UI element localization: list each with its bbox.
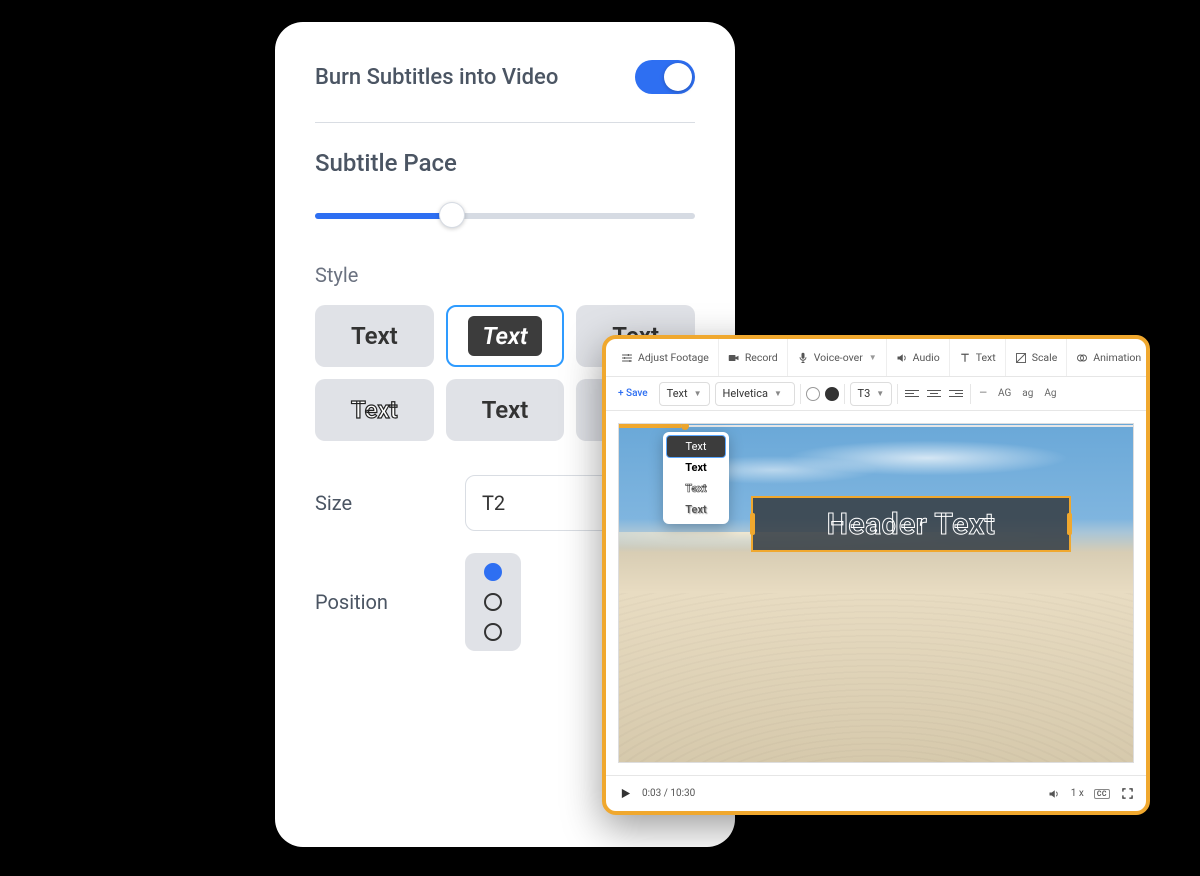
size-value: T2 xyxy=(482,491,505,515)
color-outline[interactable] xyxy=(806,387,820,401)
camera-icon xyxy=(728,352,740,364)
scrub-handle[interactable] xyxy=(681,423,689,430)
divider xyxy=(315,122,695,123)
chevron-down-icon: ▼ xyxy=(876,389,884,398)
adjust-footage-button[interactable]: Adjust Footage xyxy=(612,339,719,376)
play-icon[interactable] xyxy=(618,787,632,801)
scrub-progress xyxy=(619,424,681,428)
canvas-area: Text Text Text Text Header Text xyxy=(606,411,1146,775)
position-label: Position xyxy=(315,590,435,614)
color-fill[interactable] xyxy=(825,387,839,401)
dash-button[interactable]: — xyxy=(976,388,990,399)
text-tool-button[interactable]: Text xyxy=(950,339,1006,376)
position-middle[interactable] xyxy=(484,593,502,611)
header-text-content: Header Text xyxy=(827,507,996,542)
style-option-1[interactable]: Text xyxy=(315,305,434,367)
position-bottom[interactable] xyxy=(484,623,502,641)
fullscreen-icon[interactable] xyxy=(1120,787,1134,801)
subtitle-pace-label: Subtitle Pace xyxy=(315,149,695,177)
position-picker xyxy=(465,553,521,651)
uppercase-button[interactable]: AG xyxy=(995,388,1014,399)
scale-button[interactable]: Scale xyxy=(1006,339,1068,376)
text-style-opt-3[interactable]: Text xyxy=(667,478,725,499)
header-text-box[interactable]: Header Text xyxy=(751,496,1071,552)
align-left-button[interactable] xyxy=(903,385,921,403)
subtitle-pace-slider[interactable] xyxy=(315,203,695,227)
text-style-select[interactable]: Text▼ xyxy=(659,382,710,406)
text-toolbar: + Save Text▼ Helvetica▼ T3▼ — AG ag Ag xyxy=(606,377,1146,411)
text-size-select[interactable]: T3▼ xyxy=(850,382,893,406)
style-label: Style xyxy=(315,263,695,287)
chevron-down-icon: ▼ xyxy=(774,389,782,398)
lowercase-button[interactable]: ag xyxy=(1019,388,1036,399)
resize-handle-left[interactable] xyxy=(750,513,755,535)
voiceover-button[interactable]: Voice-over ▼ xyxy=(788,339,887,376)
text-style-dropdown: Text Text Text Text xyxy=(663,432,729,524)
player-controls: 0:03 / 10:30 1 x CC xyxy=(606,775,1146,811)
position-top[interactable] xyxy=(484,563,502,581)
animation-icon xyxy=(1076,352,1088,364)
align-center-button[interactable] xyxy=(925,385,943,403)
text-icon xyxy=(959,352,971,364)
volume-icon[interactable] xyxy=(1047,787,1061,801)
burn-subtitles-toggle[interactable] xyxy=(635,60,695,94)
align-right-button[interactable] xyxy=(947,385,965,403)
titlecase-button[interactable]: Ag xyxy=(1041,388,1059,399)
burn-subtitles-label: Burn Subtitles into Video xyxy=(315,65,558,90)
speaker-icon xyxy=(896,352,908,364)
audio-button[interactable]: Audio xyxy=(887,339,950,376)
style-option-2[interactable]: Text xyxy=(446,305,565,367)
microphone-icon xyxy=(797,352,809,364)
resize-handle-right[interactable] xyxy=(1067,513,1072,535)
animation-button[interactable]: Animation xyxy=(1067,339,1150,376)
record-button[interactable]: Record xyxy=(719,339,788,376)
cc-button[interactable]: CC xyxy=(1094,789,1110,799)
player-time: 0:03 / 10:30 xyxy=(642,788,695,799)
chevron-down-icon: ▼ xyxy=(694,389,702,398)
size-label: Size xyxy=(315,491,435,515)
text-style-opt-4[interactable]: Text xyxy=(667,499,725,520)
main-toolbar: Adjust Footage Record Voice-over ▼ Audio… xyxy=(606,339,1146,377)
text-style-opt-1[interactable]: Text xyxy=(667,436,725,457)
font-select[interactable]: Helvetica▼ xyxy=(715,382,795,406)
video-canvas[interactable]: Text Text Text Text Header Text xyxy=(618,423,1134,763)
style-option-4[interactable]: Text xyxy=(315,379,434,441)
scale-icon xyxy=(1015,352,1027,364)
sliders-icon xyxy=(621,352,633,364)
video-editor-window: Adjust Footage Record Voice-over ▼ Audio… xyxy=(602,335,1150,815)
save-button[interactable]: + Save xyxy=(612,388,654,399)
style-option-5[interactable]: Text xyxy=(446,379,565,441)
text-style-opt-2[interactable]: Text xyxy=(667,457,725,478)
scrub-track[interactable] xyxy=(619,425,1133,427)
playback-speed[interactable]: 1 x xyxy=(1071,788,1084,799)
chevron-down-icon: ▼ xyxy=(869,353,877,362)
